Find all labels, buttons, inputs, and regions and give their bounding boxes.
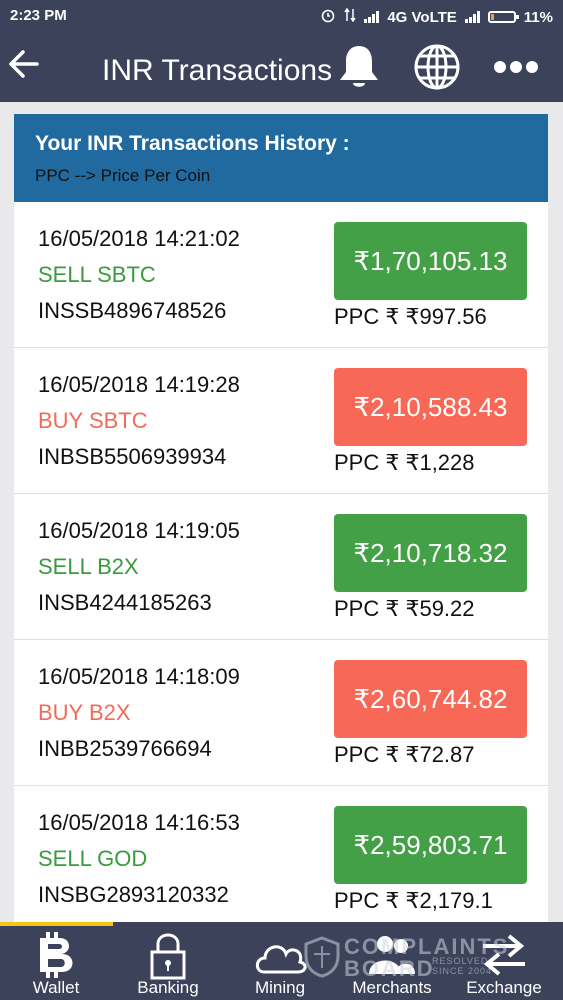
status-time: 2:23 PM [10,7,67,24]
history-subheading: PPC --> Price Per Coin [35,166,211,185]
nav-wallet[interactable]: Wallet [0,922,112,1000]
status-bar: 2:23 PM 4G VoLTE 11% [0,0,563,32]
app-bar: INR Transactions [0,32,563,102]
transaction-row[interactable]: 16/05/2018 14:18:09 BUY B2X INBB25397666… [14,640,548,786]
nav-label: Wallet [32,978,80,997]
transaction-ppc: PPC ₹ ₹1,228 [334,450,475,475]
transaction-amount-badge: ₹1,70,105.13 [334,222,527,300]
transaction-ppc: PPC ₹ ₹997.56 [334,304,487,329]
transaction-type: BUY B2X [38,700,131,725]
transaction-id: INSBG2893120332 [38,882,229,907]
more-icon [494,61,538,73]
transaction-type: BUY SBTC [38,408,148,433]
nav-label: Banking [137,978,199,997]
transaction-row[interactable]: 16/05/2018 14:19:28 BUY SBTC INBSB550693… [14,348,548,494]
globe-icon [414,44,460,90]
transaction-datetime: 16/05/2018 14:19:28 [38,372,240,397]
transaction-type: SELL B2X [38,554,139,579]
language-button[interactable] [412,42,462,92]
notifications-button[interactable] [336,42,382,92]
watermark-small-text: RESOLVED SINCE 2004 [432,956,493,976]
transaction-id: INSB4244185263 [38,590,212,615]
bell-icon [340,46,378,87]
lock-icon [150,933,186,980]
nav-banking[interactable]: Banking [112,922,224,1000]
alarm-icon [320,7,336,27]
transaction-datetime: 16/05/2018 14:16:53 [38,810,240,835]
transaction-ppc: PPC ₹ ₹72.87 [334,742,475,767]
transactions-card: Your INR Transactions History : PPC --> … [14,114,548,944]
arrow-left-icon [9,50,39,78]
signal-icon [364,11,380,23]
network-label: 4G VoLTE [387,8,457,26]
transaction-row[interactable]: 16/05/2018 14:16:53 SELL GOD INSBG289312… [14,786,548,932]
shield-icon [304,936,340,978]
battery-level: 11% [523,8,553,26]
page-title: INR Transactions [102,54,333,87]
watermark-logo: COMPLAINTS BOARD RESOLVED SINCE 2004 [300,932,530,982]
transaction-row[interactable]: 16/05/2018 14:19:05 SELL B2X INSB4244185… [14,494,548,640]
bitcoin-icon [40,932,73,978]
battery-icon [487,11,519,23]
transaction-id: INSSB4896748526 [38,298,227,323]
more-options-button[interactable] [490,50,542,84]
transaction-datetime: 16/05/2018 14:18:09 [38,664,240,689]
transaction-ppc: PPC ₹ ₹59.22 [334,596,475,621]
signal-icon-2 [464,11,480,23]
data-transfer-icon [344,7,356,26]
transaction-amount-badge: ₹2,60,744.82 [334,660,527,738]
transaction-id: INBSB5506939934 [38,444,227,469]
transaction-amount-badge: ₹2,10,718.32 [334,514,527,592]
transaction-datetime: 16/05/2018 14:19:05 [38,518,240,543]
transaction-datetime: 16/05/2018 14:21:02 [38,226,240,251]
status-icons: 4G VoLTE 11% [320,7,553,27]
transaction-ppc: PPC ₹ ₹2,179.1 [334,888,493,913]
history-heading: Your INR Transactions History : [35,132,350,155]
transaction-id: INBB2539766694 [38,736,212,761]
history-header: Your INR Transactions History : PPC --> … [14,114,548,202]
transaction-type: SELL GOD [38,846,148,871]
transaction-amount-badge: ₹2,59,803.71 [334,806,527,884]
transaction-type: SELL SBTC [38,262,156,287]
back-button[interactable] [4,42,44,86]
transaction-row[interactable]: 16/05/2018 14:21:02 SELL SBTC INSSB48967… [14,202,548,348]
transaction-amount-badge: ₹2,10,588.43 [334,368,527,446]
